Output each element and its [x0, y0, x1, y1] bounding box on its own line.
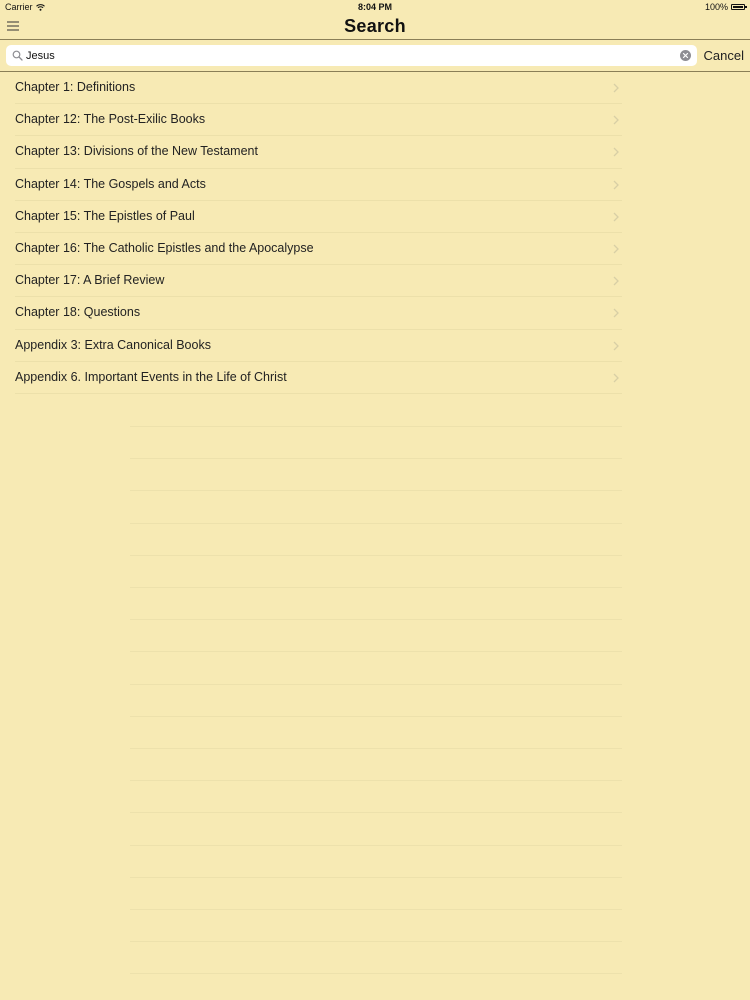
- navigation-bar: Search: [0, 14, 750, 40]
- empty-row-divider: [130, 522, 622, 524]
- list-item[interactable]: Chapter 14: The Gospels and Acts: [0, 169, 750, 201]
- battery-label: 100%: [704, 2, 728, 12]
- list-item-label: Chapter 17: A Brief Review: [15, 273, 165, 288]
- empty-row-divider: [130, 812, 622, 814]
- empty-row-divider: [130, 715, 622, 717]
- list-item-label: Appendix 6. Important Events in the Life…: [15, 369, 287, 384]
- list-item[interactable]: Chapter 16: The Catholic Epistles and th…: [0, 233, 750, 266]
- empty-row-divider: [130, 554, 622, 556]
- chevron-right-icon: [613, 341, 619, 350]
- empty-row-divider: [130, 780, 622, 782]
- empty-row-divider: [130, 587, 622, 588]
- list-item-label: Appendix 3: Extra Canonical Books: [15, 337, 211, 352]
- chevron-right-icon: [613, 373, 619, 383]
- list-item[interactable]: Chapter 1: Definitions: [0, 72, 750, 105]
- list-item[interactable]: Chapter 18: Questions: [0, 297, 750, 330]
- search-input[interactable]: [26, 47, 666, 64]
- chevron-right-icon: [613, 244, 619, 254]
- battery-indicator: 100%: [704, 2, 747, 12]
- search-field-container[interactable]: [6, 45, 697, 66]
- cancel-button[interactable]: Cancel: [704, 48, 744, 63]
- chevron-right-icon: [613, 308, 619, 318]
- page-title: Search: [344, 16, 406, 36]
- empty-row-divider: [130, 941, 622, 943]
- empty-row-divider: [130, 683, 622, 685]
- list-item[interactable]: Chapter 12: The Post-Exilic Books: [0, 104, 750, 137]
- chevron-right-icon: [613, 147, 619, 157]
- battery-icon: [731, 4, 747, 10]
- list-item[interactable]: Appendix 3: Extra Canonical Books: [0, 330, 750, 362]
- list-item-label: Chapter 13: Divisions of the New Testame…: [15, 144, 258, 159]
- chevron-right-icon: [613, 115, 619, 125]
- list-item-label: Chapter 1: Definitions: [15, 80, 136, 94]
- list-item[interactable]: Chapter 15: The Epistles of Paul: [0, 201, 750, 233]
- empty-row-divider: [130, 748, 622, 749]
- chevron-right-icon: [613, 212, 619, 222]
- empty-row-divider: [130, 844, 622, 846]
- chevron-right-icon: [613, 180, 619, 190]
- list-item[interactable]: Chapter 17: A Brief Review: [0, 265, 750, 298]
- empty-row-separators: [0, 394, 750, 1000]
- list-item[interactable]: Chapter 13: Divisions of the New Testame…: [0, 136, 750, 169]
- list-item-label: Chapter 12: The Post-Exilic Books: [15, 112, 206, 127]
- empty-row-divider: [130, 876, 622, 878]
- list-item-label: Chapter 15: The Epistles of Paul: [15, 208, 195, 223]
- empty-row-divider: [130, 973, 622, 975]
- clear-search-icon[interactable]: [680, 50, 691, 61]
- empty-row-divider: [130, 458, 622, 460]
- chevron-right-icon: [613, 83, 619, 93]
- empty-row-divider: [130, 909, 622, 910]
- empty-row-divider: [130, 426, 622, 427]
- list-item[interactable]: Appendix 6. Important Events in the Life…: [0, 362, 750, 394]
- list-item-label: Chapter 16: The Catholic Epistles and th…: [15, 240, 314, 255]
- chevron-right-icon: [613, 276, 619, 286]
- empty-row-divider: [130, 490, 622, 492]
- list-item-label: Chapter 14: The Gospels and Acts: [15, 176, 206, 191]
- search-results-list: Chapter 1: Definitions Chapter 12: The P…: [0, 72, 750, 394]
- status-bar: Carrier 8:04 PM 100%: [0, 0, 750, 14]
- search-bar: Cancel: [0, 40, 750, 72]
- list-item-label: Chapter 18: Questions: [15, 305, 141, 320]
- empty-row-divider: [130, 619, 622, 621]
- status-time: 8:04 PM: [357, 2, 392, 12]
- empty-row-divider: [130, 651, 622, 653]
- search-icon: [12, 50, 23, 61]
